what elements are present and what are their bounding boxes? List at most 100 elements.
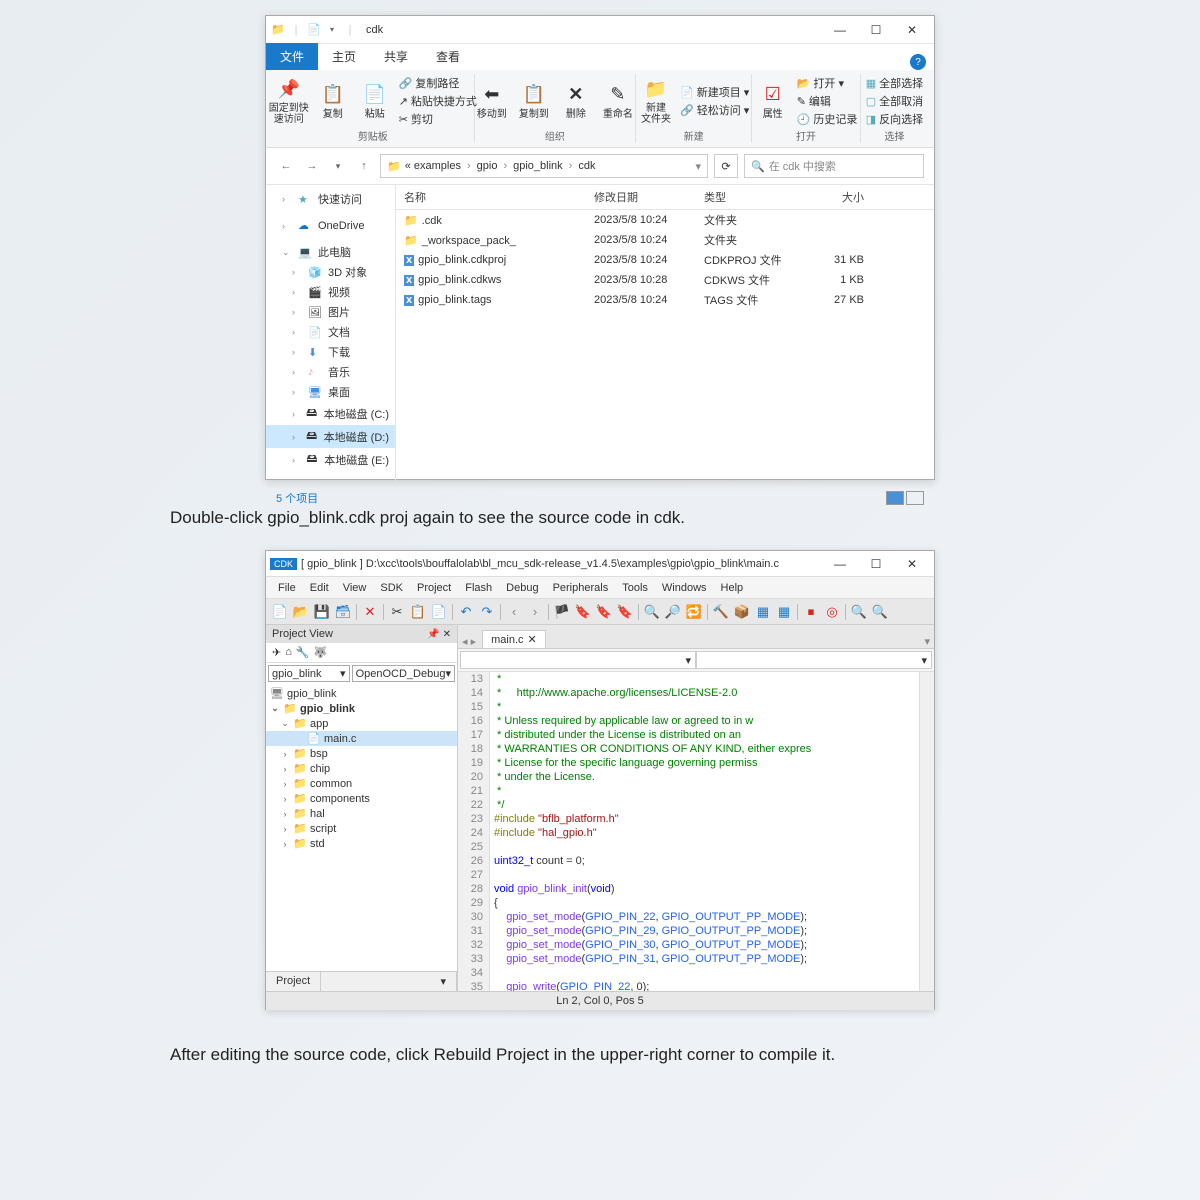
open-icon[interactable]: 📂: [291, 602, 311, 622]
nav-icon[interactable]: ✈: [272, 646, 281, 659]
project-combo[interactable]: gpio_blink▾: [268, 665, 350, 682]
file-row[interactable]: 𝗫gpio_blink.cdkws2023/5/8 10:28CDKWS 文件1…: [396, 270, 934, 290]
bookmark3-icon[interactable]: 🔖: [615, 602, 635, 622]
menu-edit[interactable]: Edit: [304, 580, 335, 596]
sidebar-item[interactable]: ›🖴本地磁盘 (E:): [266, 448, 395, 471]
menu-debug[interactable]: Debug: [500, 580, 544, 596]
recent-button[interactable]: ▾: [328, 156, 348, 176]
tree-folder[interactable]: ›📁hal: [266, 806, 457, 821]
sidebar-item[interactable]: ›🎬视频: [266, 282, 395, 302]
newitem-button[interactable]: 📄新建项目 ▾: [680, 84, 749, 100]
editor-tab[interactable]: main.c✕: [482, 630, 546, 648]
forward-button[interactable]: →: [302, 156, 322, 176]
grid2-icon[interactable]: ▦: [774, 602, 794, 622]
tree-file[interactable]: 📄main.c: [266, 731, 457, 746]
close-tab-icon[interactable]: ✕: [528, 633, 537, 646]
menu-sdk[interactable]: SDK: [374, 580, 409, 596]
target-icon[interactable]: ◎: [822, 602, 842, 622]
replace-icon[interactable]: 🔁: [684, 602, 704, 622]
menu-file[interactable]: File: [272, 580, 302, 596]
newfolder-button[interactable]: 📁新建 文件夹: [638, 77, 674, 125]
tree-project[interactable]: ⌄📁gpio_blink: [266, 701, 457, 716]
properties-button[interactable]: ☑属性: [755, 83, 791, 120]
column-size[interactable]: 大小: [804, 189, 864, 205]
build-icon[interactable]: 🔨: [711, 602, 731, 622]
maximize-button[interactable]: ☐: [858, 550, 894, 578]
search2-icon[interactable]: 🔎: [663, 602, 683, 622]
open-button[interactable]: 📂打开 ▾: [797, 75, 858, 91]
sidebar-onedrive[interactable]: ›☁OneDrive: [266, 217, 395, 234]
paste-button[interactable]: 📄粘贴: [357, 83, 393, 120]
wolf-icon[interactable]: 🐺: [314, 646, 328, 659]
scrollbar[interactable]: [919, 672, 934, 991]
back-icon[interactable]: ‹: [504, 602, 524, 622]
column-date[interactable]: 修改日期: [594, 189, 704, 205]
maximize-button[interactable]: ☐: [858, 16, 894, 44]
copypath-button[interactable]: 🔗复制路径: [399, 75, 477, 91]
wrench-icon[interactable]: 🔧: [296, 646, 310, 659]
selectnone-button[interactable]: ▢全部取消: [866, 93, 923, 109]
cube-icon[interactable]: 📦: [732, 602, 752, 622]
home-icon[interactable]: ⌂: [285, 646, 292, 659]
sidebar-item[interactable]: ›♪音乐: [266, 362, 395, 382]
search-icon[interactable]: 🔍: [642, 602, 662, 622]
chevron-down-icon[interactable]: ▾: [695, 160, 701, 173]
sidebar-item[interactable]: ›🖴本地磁盘 (D:): [266, 425, 395, 448]
flag-icon[interactable]: 🏴: [552, 602, 572, 622]
code-editor[interactable]: 13 14 15 16 17 18 19 20 21 22 23 24 25 2…: [458, 672, 934, 991]
config-combo[interactable]: OpenOCD_Debug▾: [352, 665, 455, 682]
tree-folder[interactable]: ›📁script: [266, 821, 457, 836]
copy-icon[interactable]: 📋: [408, 602, 428, 622]
stop-icon[interactable]: ⏹: [801, 602, 821, 622]
file-row[interactable]: 📁_workspace_pack_2023/5/8 10:24文件夹: [396, 230, 934, 250]
saveall-icon[interactable]: 🗃: [333, 602, 353, 622]
menu-tools[interactable]: Tools: [616, 580, 654, 596]
tab-nav-icon[interactable]: ◂ ▸: [462, 635, 476, 648]
sidebar-item[interactable]: ›⬇下载: [266, 342, 395, 362]
edit-button[interactable]: ✎编辑: [797, 93, 858, 109]
tree-folder[interactable]: ›📁components: [266, 791, 457, 806]
sidebar-item[interactable]: ›🖴本地磁盘 (C:): [266, 402, 395, 425]
project-tab[interactable]: Project: [266, 972, 321, 991]
bookmark2-icon[interactable]: 🔖: [594, 602, 614, 622]
tab-share[interactable]: 共享: [370, 43, 422, 70]
sidebar-quickaccess[interactable]: ›★快速访问: [266, 189, 395, 209]
up-button[interactable]: ↑: [354, 156, 374, 176]
zoomin-icon[interactable]: 🔍: [849, 602, 869, 622]
rename-button[interactable]: ✎重命名: [600, 83, 636, 120]
tab-dropdown[interactable]: ▾: [321, 972, 457, 991]
minimize-button[interactable]: —: [822, 16, 858, 44]
menu-peripherals[interactable]: Peripherals: [547, 580, 615, 596]
code-content[interactable]: * * http://www.apache.org/licenses/LICEN…: [490, 672, 919, 991]
sidebar-item[interactable]: ›📄文档: [266, 322, 395, 342]
tree-folder[interactable]: ›📁common: [266, 776, 457, 791]
history-button[interactable]: 🕘历史记录: [797, 111, 858, 127]
tab-view[interactable]: 查看: [422, 43, 474, 70]
fwd-icon[interactable]: ›: [525, 602, 545, 622]
file-row[interactable]: 📁.cdk2023/5/8 10:24文件夹: [396, 210, 934, 230]
column-type[interactable]: 类型: [704, 189, 804, 205]
search-input[interactable]: 🔍 在 cdk 中搜索: [744, 154, 924, 178]
paste-icon[interactable]: 📄: [429, 602, 449, 622]
tree-folder[interactable]: ⌄📁app: [266, 716, 457, 731]
copyto-button[interactable]: 📋复制到: [516, 83, 552, 120]
sidebar-item[interactable]: ›🧊3D 对象: [266, 262, 395, 282]
cut-icon[interactable]: ✂: [387, 602, 407, 622]
menu-project[interactable]: Project: [411, 580, 457, 596]
sidebar-thispc[interactable]: ⌄💻此电脑: [266, 242, 395, 262]
menu-windows[interactable]: Windows: [656, 580, 713, 596]
file-row[interactable]: 𝗫gpio_blink.tags2023/5/8 10:24TAGS 文件27 …: [396, 290, 934, 310]
back-button[interactable]: ←: [276, 156, 296, 176]
tab-home[interactable]: 主页: [318, 43, 370, 70]
close-button[interactable]: ✕: [894, 16, 930, 44]
tab-menu-icon[interactable]: ▾: [924, 635, 930, 648]
tree-folder[interactable]: ›📁std: [266, 836, 457, 851]
scope-combo[interactable]: ▾: [460, 651, 696, 669]
menu-help[interactable]: Help: [715, 580, 750, 596]
pin-button[interactable]: 📌固定到快 速访问: [269, 77, 309, 125]
selectall-button[interactable]: ▦全部选择: [866, 75, 923, 91]
column-name[interactable]: 名称: [404, 189, 594, 205]
zoomout-icon[interactable]: 🔍: [870, 602, 890, 622]
cut-button[interactable]: ✂剪切: [399, 111, 477, 127]
view-mode-icons[interactable]: [886, 491, 924, 505]
